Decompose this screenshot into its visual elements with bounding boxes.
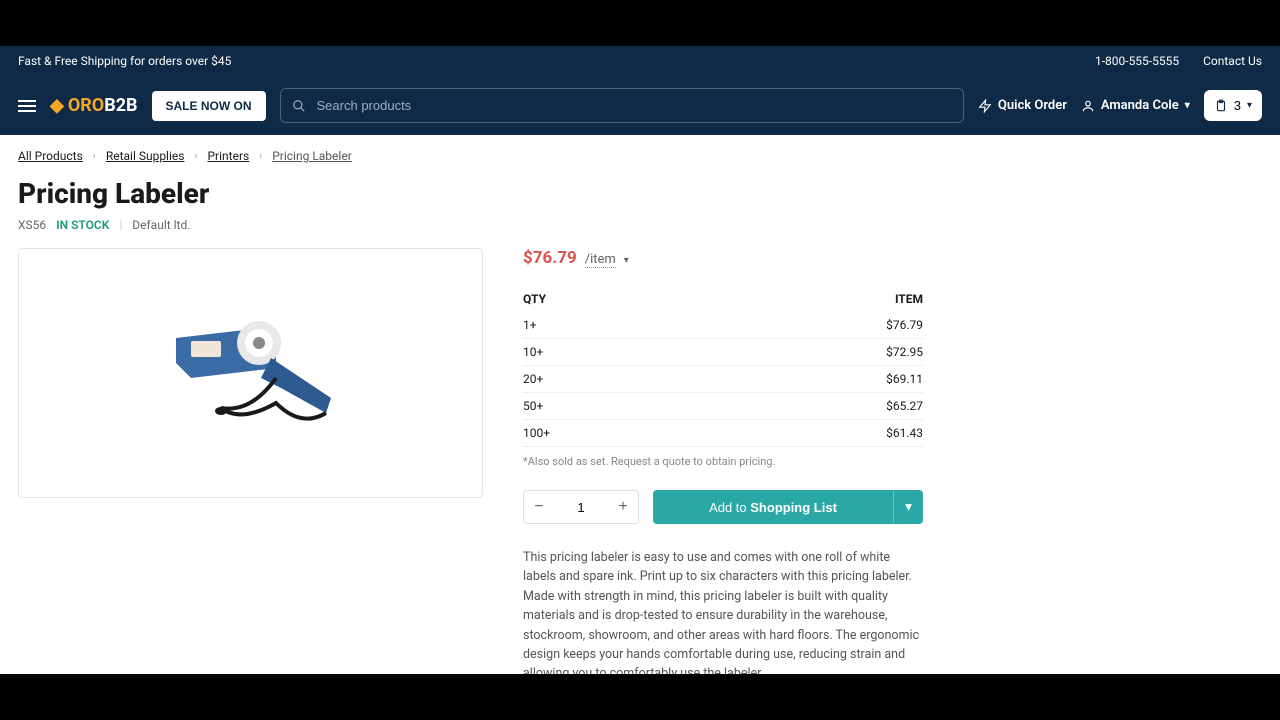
breadcrumb-link[interactable]: Retail Supplies (106, 149, 185, 163)
chevron-right-icon: › (259, 151, 262, 162)
search-input[interactable] (280, 88, 964, 123)
chevron-right-icon: › (194, 151, 197, 162)
shipping-promo: Fast & Free Shipping for orders over $45 (18, 54, 231, 68)
tier-row: 10+$72.95 (523, 339, 923, 366)
breadcrumb: All Products › Retail Supplies › Printer… (18, 149, 1262, 163)
lightning-icon (978, 99, 992, 113)
phone-number: 1-800-555-5555 (1095, 54, 1179, 68)
sku: XS56 (18, 218, 46, 232)
announcement-bar: Fast & Free Shipping for orders over $45… (0, 46, 1280, 76)
logo-icon: ◆ (50, 95, 64, 116)
add-dropdown-button[interactable]: ▾ (893, 490, 923, 524)
sale-button[interactable]: SALE NOW ON (152, 91, 266, 121)
main-header: ◆ OROB2B SALE NOW ON Quick Order Amanda … (0, 76, 1280, 135)
add-to-list-button[interactable]: Add to Shopping List (653, 490, 893, 524)
seller: Default ltd. (132, 218, 190, 232)
stock-status: IN STOCK (56, 218, 109, 232)
tier-note: *Also sold as set. Request a quote to ob… (523, 455, 923, 468)
qty-input[interactable] (554, 491, 608, 523)
user-icon (1081, 99, 1095, 113)
qty-decrease-button[interactable]: − (524, 491, 554, 523)
chevron-down-icon: ▾ (624, 255, 629, 266)
product-meta: XS56 IN STOCK | Default ltd. (18, 218, 1262, 232)
tier-row: 1+$76.79 (523, 312, 923, 339)
quantity-stepper: − + (523, 490, 639, 524)
chevron-down-icon: ▾ (1185, 100, 1190, 111)
chevron-down-icon: ▾ (1247, 100, 1252, 111)
tier-row: 50+$65.27 (523, 393, 923, 420)
product-image (18, 248, 483, 498)
page-title: Pricing Labeler (18, 177, 1262, 210)
price: $76.79 (523, 248, 577, 268)
breadcrumb-current: Pricing Labeler (272, 149, 352, 163)
menu-icon[interactable] (18, 100, 36, 112)
logo[interactable]: ◆ OROB2B (50, 95, 138, 116)
breadcrumb-link[interactable]: All Products (18, 149, 83, 163)
contact-link[interactable]: Contact Us (1203, 54, 1262, 68)
quick-order-link[interactable]: Quick Order (978, 98, 1067, 113)
qty-increase-button[interactable]: + (608, 491, 638, 523)
chevron-right-icon: › (93, 151, 96, 162)
cart-button[interactable]: 3 ▾ (1204, 90, 1262, 121)
user-menu[interactable]: Amanda Cole ▾ (1081, 98, 1190, 113)
product-description: This pricing labeler is easy to use and … (523, 548, 923, 674)
unit-selector[interactable]: /item (585, 252, 616, 268)
breadcrumb-link[interactable]: Printers (207, 149, 249, 163)
clipboard-icon (1214, 99, 1228, 113)
search-icon (292, 99, 306, 113)
tier-row: 100+$61.43 (523, 420, 923, 447)
tier-pricing-table: QTY ITEM 1+$76.79 10+$72.95 20+$69.11 50… (523, 292, 923, 468)
tier-row: 20+$69.11 (523, 366, 923, 393)
